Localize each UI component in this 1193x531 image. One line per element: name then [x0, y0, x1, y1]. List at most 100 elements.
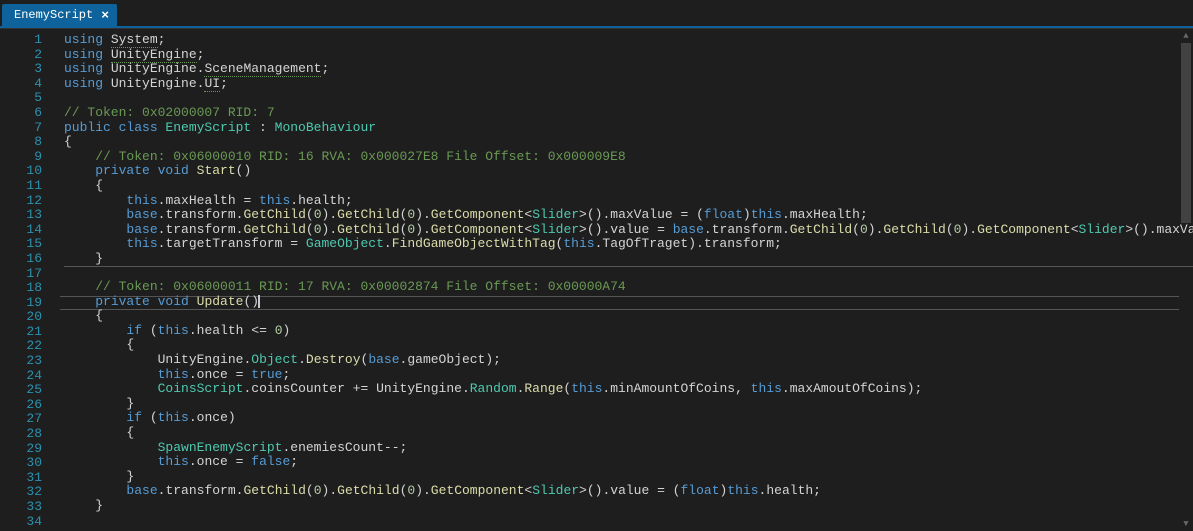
code-token: ( — [150, 410, 158, 425]
code-token: ) — [283, 323, 291, 338]
line-number: 6 — [4, 106, 42, 121]
code-line[interactable]: if (this.once) — [64, 411, 1193, 426]
code-token: this — [158, 323, 189, 338]
line-number: 15 — [4, 237, 42, 252]
code-token: minAmountOfCoins — [610, 381, 735, 396]
code-line[interactable]: } — [64, 470, 1193, 485]
code-line[interactable]: } — [64, 499, 1193, 514]
code-token: () — [236, 163, 252, 178]
code-line[interactable]: base.transform.GetChild(0).GetChild(0).G… — [64, 484, 1193, 499]
code-line[interactable]: { — [64, 426, 1193, 441]
code-token: ; — [290, 454, 298, 469]
tab-enemyscript[interactable]: EnemyScript × — [2, 4, 117, 26]
code-token: >(). — [579, 207, 610, 222]
code-token — [64, 410, 126, 425]
code-token: Object — [251, 352, 298, 367]
code-token: this — [751, 207, 782, 222]
code-line[interactable]: // Token: 0x06000011 RID: 17 RVA: 0x0000… — [64, 280, 1193, 295]
line-number: 33 — [4, 500, 42, 515]
code-token: ). — [415, 222, 431, 237]
code-token: ; — [197, 47, 205, 62]
code-token — [64, 163, 95, 178]
code-token: true — [251, 367, 282, 382]
code-token: maxHealth — [790, 207, 860, 222]
code-line[interactable]: { — [64, 179, 1193, 194]
code-token: GetChild — [883, 222, 945, 237]
code-token: ( — [852, 222, 860, 237]
code-token: MonoBehaviour — [275, 120, 376, 135]
code-line[interactable]: base.transform.GetChild(0).GetChild(0).G… — [64, 223, 1193, 238]
line-number: 4 — [4, 77, 42, 92]
code-token: GetComponent — [977, 222, 1071, 237]
code-line[interactable]: this.once = false; — [64, 455, 1193, 470]
code-line[interactable]: this.maxHealth = this.health; — [64, 194, 1193, 209]
code-line[interactable]: SpawnEnemyScript.enemiesCount--; — [64, 441, 1193, 456]
code-line[interactable]: if (this.health <= 0) — [64, 324, 1193, 339]
code-token: ) — [743, 207, 751, 222]
code-line[interactable]: } — [64, 252, 1193, 267]
code-line[interactable]: // Token: 0x06000010 RID: 16 RVA: 0x0000… — [64, 150, 1193, 165]
code-line[interactable]: using UnityEngine.UI; — [64, 77, 1193, 92]
code-token: { — [64, 425, 134, 440]
code-line[interactable]: using System; — [64, 33, 1193, 48]
code-line[interactable]: } — [64, 397, 1193, 412]
code-token: ). — [688, 236, 704, 251]
code-line[interactable]: { — [64, 309, 1193, 324]
code-line[interactable]: UnityEngine.Object.Destroy(base.gameObje… — [64, 353, 1193, 368]
code-token: gameObject — [407, 352, 485, 367]
code-line[interactable] — [64, 91, 1193, 106]
code-token: Start — [197, 163, 236, 178]
code-token: UnityEngine — [111, 76, 197, 91]
code-line[interactable]: this.targetTransform = GameObject.FindGa… — [64, 237, 1193, 252]
code-token: this — [158, 454, 189, 469]
code-area[interactable]: using System;using UnityEngine;using Uni… — [60, 29, 1193, 531]
code-token: } — [64, 251, 103, 266]
code-line[interactable]: { — [64, 338, 1193, 353]
code-token: public class — [64, 120, 165, 135]
code-token: UI — [204, 76, 220, 92]
code-token: . — [384, 236, 392, 251]
code-line[interactable]: CoinsScript.coinsCounter += UnityEngine.… — [64, 382, 1193, 397]
code-token: = ( — [649, 483, 680, 498]
code-token: ). — [961, 222, 977, 237]
code-line[interactable]: using UnityEngine; — [64, 48, 1193, 63]
code-token: health — [766, 483, 813, 498]
line-number: 10 — [4, 164, 42, 179]
code-line[interactable] — [64, 266, 1193, 281]
code-token: : — [251, 120, 274, 135]
code-line[interactable]: this.once = true; — [64, 368, 1193, 383]
code-token: base — [126, 483, 157, 498]
code-line[interactable]: using UnityEngine.SceneManagement; — [64, 62, 1193, 77]
code-token: = — [236, 193, 259, 208]
code-line[interactable] — [64, 514, 1193, 529]
code-token: ( — [306, 483, 314, 498]
code-line[interactable]: // Token: 0x02000007 RID: 7 — [64, 106, 1193, 121]
code-token: this — [571, 381, 602, 396]
code-line[interactable]: { — [64, 135, 1193, 150]
code-token — [64, 323, 126, 338]
code-token — [64, 222, 126, 237]
code-token: maxHealth — [165, 193, 235, 208]
code-line[interactable]: private void Start() — [64, 164, 1193, 179]
code-token: base — [673, 222, 704, 237]
code-token — [64, 279, 95, 294]
close-icon[interactable]: × — [101, 9, 109, 22]
code-token: transform — [712, 222, 782, 237]
code-token: ; — [321, 61, 329, 76]
line-number: 31 — [4, 471, 42, 486]
code-line[interactable]: private void Update() — [64, 295, 1193, 310]
code-token: once — [197, 454, 228, 469]
code-token: ). — [322, 222, 338, 237]
code-token: ( — [306, 207, 314, 222]
code-token: } — [64, 498, 103, 513]
code-token: ); — [485, 352, 501, 367]
code-token: GetComponent — [431, 483, 525, 498]
code-token: this — [126, 236, 157, 251]
code-line[interactable]: public class EnemyScript : MonoBehaviour — [64, 121, 1193, 136]
code-token: maxAmoutOfCoins — [790, 381, 907, 396]
code-token: . — [782, 381, 790, 396]
code-token: GetChild — [243, 222, 305, 237]
code-token: . — [189, 410, 197, 425]
code-line[interactable]: base.transform.GetChild(0).GetChild(0).G… — [64, 208, 1193, 223]
code-token: maxValue — [610, 207, 672, 222]
